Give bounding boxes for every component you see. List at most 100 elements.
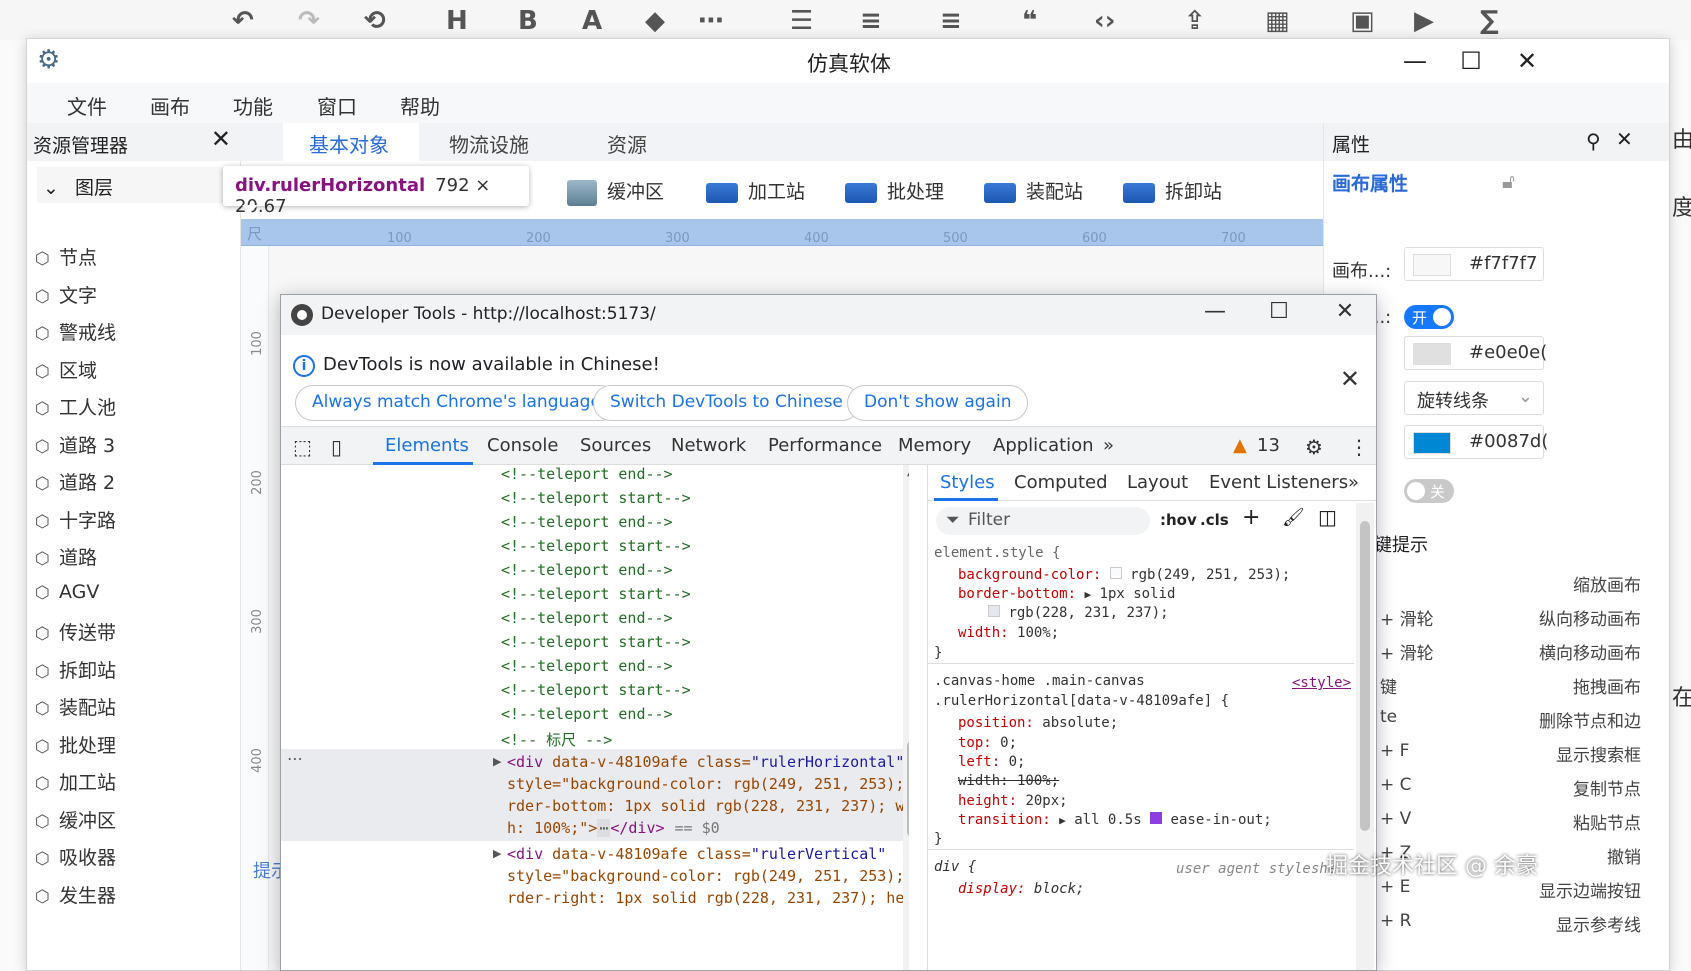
dom-comment[interactable]: <!--teleport start-->	[501, 585, 691, 603]
css-declaration-cont[interactable]: rgb(228, 231, 237);	[988, 605, 1169, 621]
layer-item[interactable]: ⬡ 道路 3	[35, 431, 115, 458]
dom-comment[interactable]: <!--teleport end-->	[501, 465, 673, 483]
close-icon[interactable]: ✕	[211, 125, 231, 153]
close-button[interactable]: ✕	[1325, 299, 1365, 324]
layer-item[interactable]: ⬡ 区域	[35, 356, 97, 383]
tool-assembly[interactable]: 装配站	[984, 177, 1083, 204]
warning-count[interactable]: 13	[1257, 435, 1280, 456]
tab-logistics[interactable]: 物流设施	[449, 129, 529, 158]
paint-icon[interactable]: 🖌︎	[1282, 507, 1305, 528]
grid-color-picker[interactable]: #e0e0e(	[1404, 336, 1547, 370]
dom-node-line[interactable]: <div data-v-48109afe class="rulerVertica…	[507, 845, 886, 863]
css-declaration[interactable]: top: 0;	[958, 735, 1017, 751]
css-declaration[interactable]: transition: ▶ all 0.5s ease-in-out;	[958, 812, 1272, 828]
switch-language-button[interactable]: Switch DevTools to Chinese	[593, 385, 860, 421]
class-toggle[interactable]: .cls	[1200, 511, 1229, 529]
close-button[interactable]: ✕	[1507, 45, 1547, 77]
more-tabs-icon[interactable]: »	[1103, 435, 1114, 456]
dom-node-line[interactable]: rder-right: 1px solid rgb(228, 231, 237)…	[507, 889, 909, 907]
menu-file[interactable]: 文件	[67, 91, 107, 120]
minimize-button[interactable]: —	[1395, 45, 1435, 77]
layer-item[interactable]: ⬡ 装配站	[35, 693, 116, 720]
dom-comment[interactable]: <!--teleport end-->	[501, 561, 673, 579]
tab-memory[interactable]: Memory	[898, 435, 971, 456]
dom-comment[interactable]: <!--teleport end-->	[501, 513, 673, 531]
inspect-icon[interactable]: ⬚	[293, 435, 312, 459]
expand-arrow-icon[interactable]: ▶	[1084, 588, 1091, 601]
maximize-button[interactable]: ☐	[1259, 299, 1299, 324]
layer-item[interactable]: ⬡ AGV	[35, 581, 99, 603]
close-icon[interactable]: ✕	[1340, 365, 1360, 393]
dom-comment[interactable]: <!--teleport end-->	[501, 657, 673, 675]
menu-window[interactable]: 窗口	[317, 91, 357, 120]
collapsed-children-icon[interactable]: ⋯	[597, 819, 611, 837]
layer-item[interactable]: ⬡ 节点	[35, 243, 97, 270]
tab-elements[interactable]: Elements	[385, 435, 469, 456]
css-declaration[interactable]: left: 0;	[958, 754, 1025, 770]
expand-arrow-icon[interactable]: ▶	[493, 755, 501, 768]
color-swatch[interactable]	[1109, 567, 1122, 579]
scroll-thumb[interactable]	[1360, 521, 1370, 831]
tab-styles[interactable]: Styles	[940, 472, 995, 493]
layer-item[interactable]: ⬡ 缓冲区	[35, 806, 116, 833]
dont-show-again-button[interactable]: Don't show again	[847, 385, 1029, 421]
lock-icon[interactable]: 🔓︎	[1502, 169, 1515, 193]
layer-item[interactable]: ⬡ 道路 2	[35, 468, 115, 495]
more-options-icon[interactable]: ⋮	[1349, 435, 1369, 459]
device-toolbar-icon[interactable]: ▯	[331, 435, 342, 459]
tool-disassembly[interactable]: 拆卸站	[1123, 177, 1222, 204]
expand-arrow-icon[interactable]: ▶	[493, 847, 501, 860]
styles-filter-input[interactable]: ⏷ Filter	[936, 507, 1150, 535]
dom-node-line[interactable]: h: 100%;"> ⋯ </div> == $0	[507, 819, 720, 837]
styles-scrollbar[interactable]	[1356, 503, 1374, 970]
tab-event-listeners[interactable]: Event Listeners	[1209, 472, 1348, 493]
style-source-link[interactable]: <style>	[1292, 675, 1351, 691]
expand-arrow-icon[interactable]: ▶	[1059, 814, 1066, 827]
tool-buffer[interactable]: 缓冲区	[567, 177, 664, 206]
tab-performance[interactable]: Performance	[768, 435, 882, 456]
dom-comment[interactable]: <!-- 标尺 -->	[501, 729, 612, 750]
warning-icon[interactable]: ▲	[1233, 435, 1247, 456]
layer-item[interactable]: ⬡ 文字	[35, 281, 97, 308]
dom-comment[interactable]: <!--teleport end-->	[501, 705, 673, 723]
dom-comment[interactable]: <!--teleport start-->	[501, 681, 691, 699]
dom-comment[interactable]: <!--teleport start-->	[501, 489, 691, 507]
dom-comment[interactable]: <!--teleport end-->	[501, 609, 673, 627]
layer-item[interactable]: ⬡ 批处理	[35, 731, 116, 758]
rule-selector[interactable]: element.style {	[934, 545, 1060, 561]
add-rule-icon[interactable]: +	[1242, 505, 1260, 530]
layer-item[interactable]: ⬡ 拆卸站	[35, 656, 116, 683]
tab-application[interactable]: Application	[993, 435, 1094, 456]
tab-layout[interactable]: Layout	[1127, 472, 1188, 493]
more-tabs-icon[interactable]: »	[1348, 472, 1359, 493]
ellipsis-icon[interactable]: ⋯	[287, 749, 303, 768]
tab-console[interactable]: Console	[487, 435, 558, 456]
maximize-button[interactable]: ☐	[1451, 45, 1491, 77]
line-style-select[interactable]: 旋转线条 ⌄	[1404, 381, 1544, 415]
minimize-button[interactable]: —	[1195, 299, 1235, 324]
css-declaration[interactable]: position: absolute;	[958, 715, 1118, 731]
css-declaration[interactable]: border-bottom: ▶ 1px solid	[958, 586, 1175, 602]
menu-function[interactable]: 功能	[233, 91, 273, 120]
layer-item[interactable]: ⬡ 道路	[35, 543, 97, 570]
tab-basic-objects[interactable]: 基本对象	[309, 129, 389, 158]
enable-toggle[interactable]: 开	[1404, 305, 1454, 329]
sidebar-toggle-icon[interactable]: ◫	[1318, 505, 1337, 529]
pin-icon[interactable]: ⚲	[1586, 129, 1601, 153]
dom-node-line[interactable]: style="background-color: rgb(249, 251, 2…	[507, 775, 909, 793]
rule-selector[interactable]: div {	[934, 859, 976, 875]
settings-gear-icon[interactable]: ⚙	[1305, 435, 1323, 459]
layer-item[interactable]: ⬡ 工人池	[35, 393, 116, 420]
layer-item[interactable]: ⬡ 传送带	[35, 618, 116, 645]
tab-computed[interactable]: Computed	[1014, 472, 1108, 493]
tab-resources[interactable]: 资源	[607, 129, 647, 158]
layer-group[interactable]: ⌄ 图层	[37, 167, 227, 203]
layer-item[interactable]: ⬡ 警戒线	[35, 318, 116, 345]
hover-toggle[interactable]: :hov	[1160, 511, 1197, 529]
css-declaration-overridden[interactable]: width: 100%;	[958, 773, 1059, 789]
layer-item[interactable]: ⬡ 吸收器	[35, 843, 116, 870]
dom-comment[interactable]: <!--teleport start-->	[501, 633, 691, 651]
dom-node-line[interactable]: style="background-color: rgb(249, 251, 2…	[507, 867, 909, 885]
dom-comment[interactable]: <!--teleport start-->	[501, 537, 691, 555]
menu-canvas[interactable]: 画布	[150, 91, 190, 120]
